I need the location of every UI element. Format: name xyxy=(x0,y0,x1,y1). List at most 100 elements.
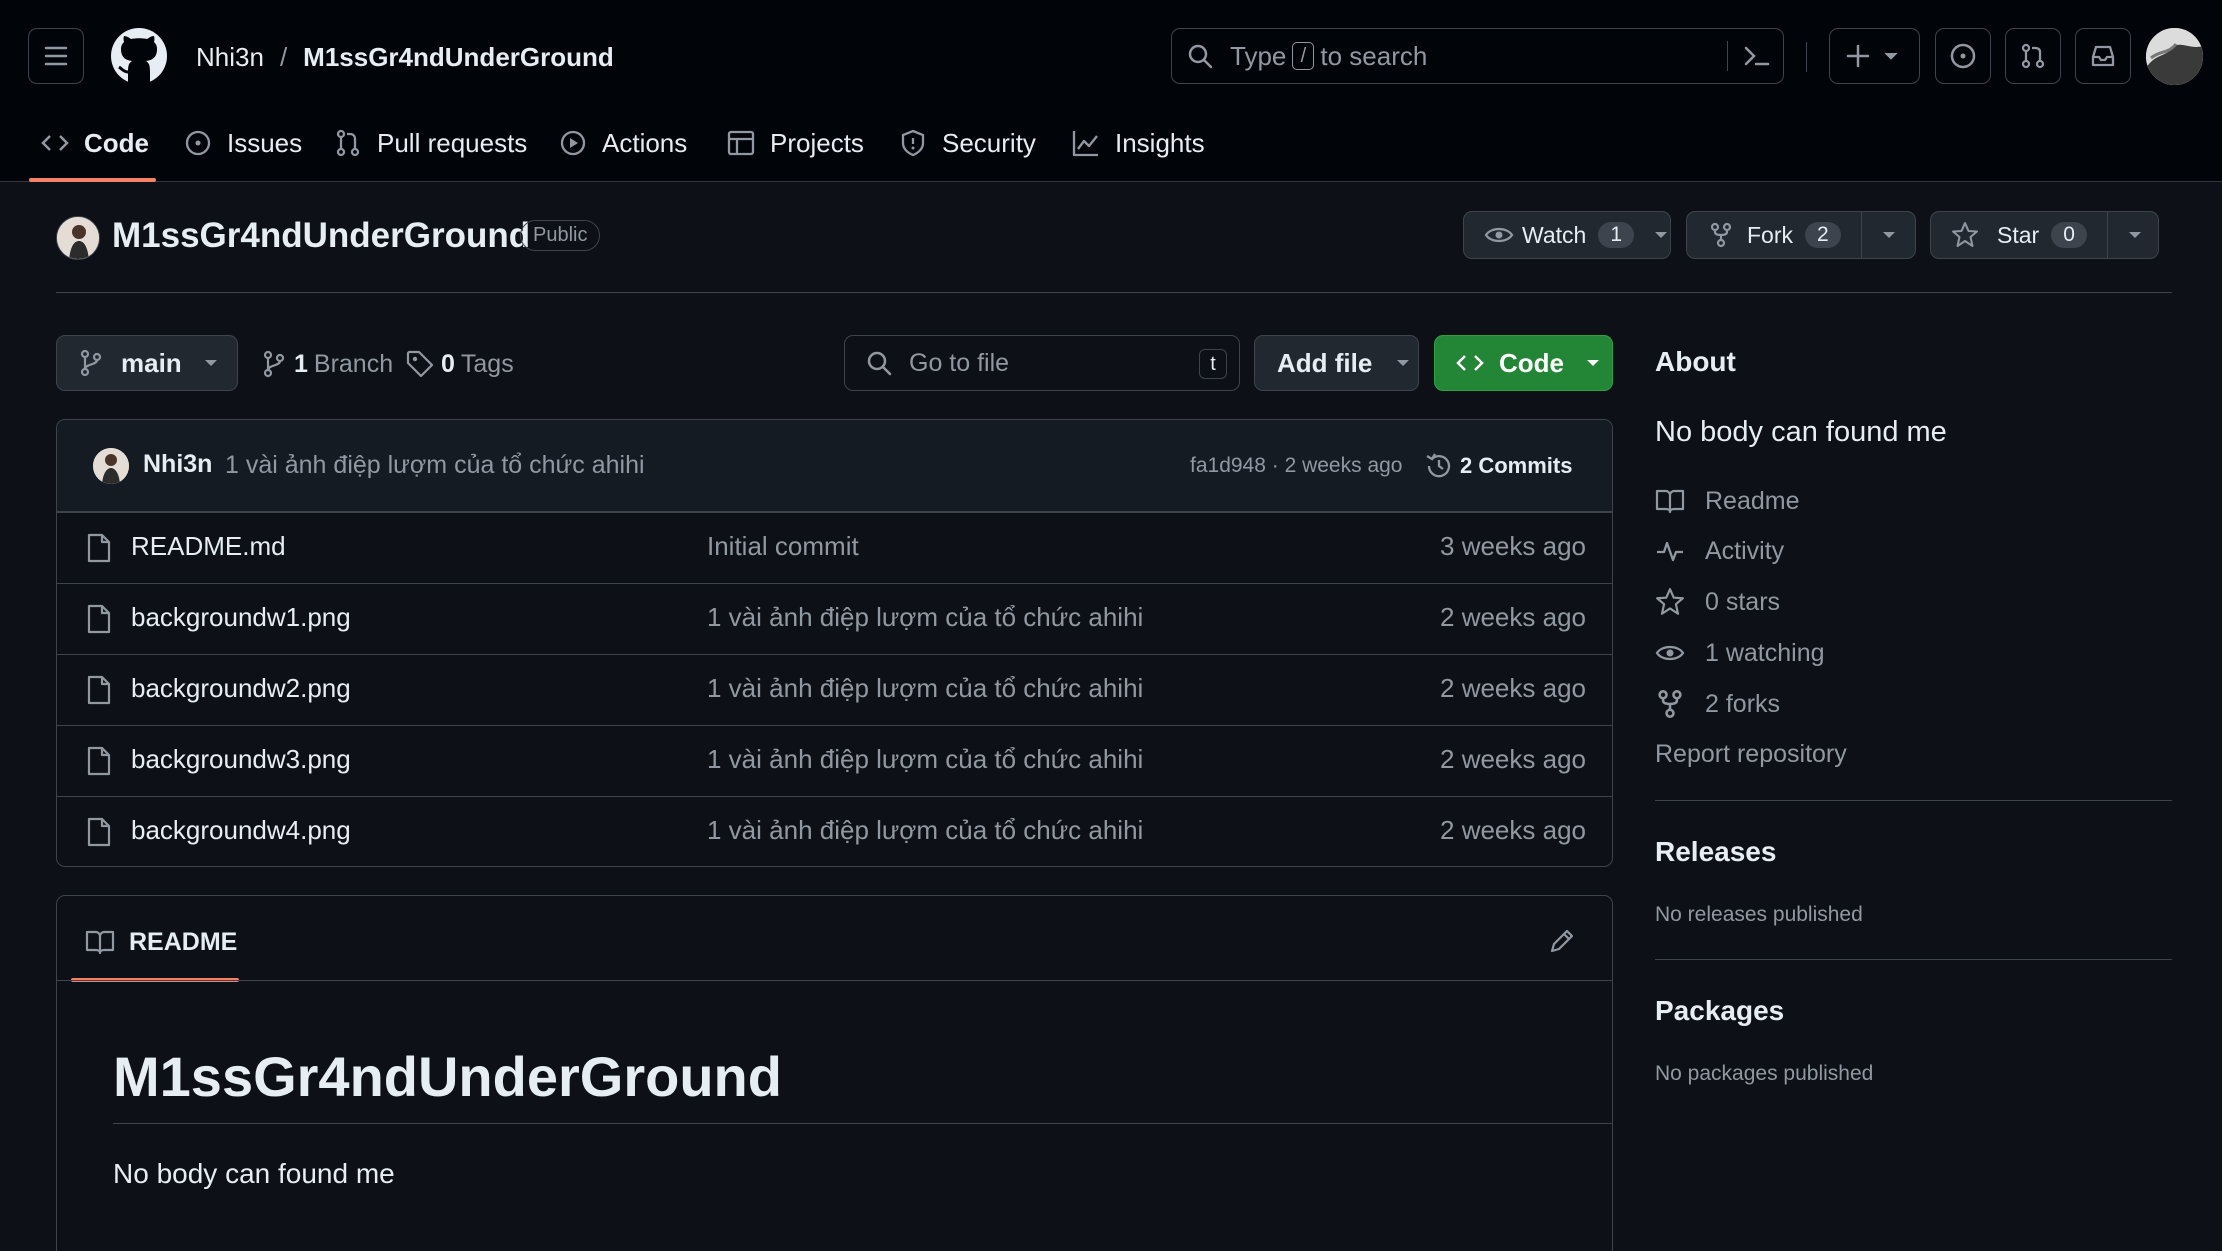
file-name[interactable]: README.md xyxy=(131,531,286,562)
create-new-button[interactable] xyxy=(1829,28,1920,84)
header-divider xyxy=(1806,42,1807,72)
file-row[interactable]: backgroundw4.png 1 vài ảnh điệp lượm của… xyxy=(57,796,1612,866)
file-date: 3 weeks ago xyxy=(1440,531,1586,561)
file-icon xyxy=(87,817,111,847)
commits-link[interactable]: 2 Commits xyxy=(1424,450,1572,482)
add-file-button[interactable]: Add file xyxy=(1254,335,1419,391)
tab-code-label: Code xyxy=(84,127,149,158)
inbox-button[interactable] xyxy=(2075,28,2131,84)
branches-link[interactable]: 1 Branch xyxy=(262,346,393,382)
graph-icon xyxy=(1072,131,1098,157)
about-link-watching[interactable]: 1 watching xyxy=(1655,635,1825,671)
tab-pull-requests[interactable]: Pull requests xyxy=(333,118,527,168)
eye-icon xyxy=(1655,645,1685,661)
file-name[interactable]: backgroundw1.png xyxy=(131,602,351,633)
go-to-file-placeholder: Go to file xyxy=(909,348,1010,377)
tab-projects[interactable]: Projects xyxy=(726,118,864,168)
file-commit-message[interactable]: 1 vài ảnh điệp lượm của tổ chức ahihi xyxy=(707,673,1143,704)
star-button[interactable]: Star 0 xyxy=(1930,211,2159,259)
go-to-file-shortcut: t xyxy=(1199,349,1227,379)
search-suffix: to search xyxy=(1320,40,1428,71)
watch-button[interactable]: Watch 1 xyxy=(1463,211,1671,259)
tab-code[interactable]: Code xyxy=(40,118,149,168)
file-name[interactable]: backgroundw4.png xyxy=(131,815,351,846)
chevron-down-icon[interactable] xyxy=(2128,230,2142,240)
about-link-readme[interactable]: Readme xyxy=(1655,483,1800,519)
menu-button[interactable] xyxy=(28,28,84,84)
search-shortcut-key: / xyxy=(1292,42,1315,70)
issues-button[interactable] xyxy=(1935,28,1991,84)
about-link-stars[interactable]: 0 stars xyxy=(1655,584,1780,620)
git-branch-icon xyxy=(263,350,285,378)
commit-author-avatar[interactable] xyxy=(93,448,129,484)
readme-body: No body can found me xyxy=(113,1158,395,1189)
commit-author[interactable]: Nhi3n xyxy=(143,450,212,479)
tab-projects-label: Projects xyxy=(770,127,864,158)
code-button-label: Code xyxy=(1499,347,1564,378)
plus-icon xyxy=(1846,44,1897,68)
breadcrumb-repo[interactable]: M1ssGr4ndUnderGround xyxy=(303,42,614,73)
breadcrumb: Nhi3n / M1ssGr4ndUnderGround xyxy=(196,40,614,74)
file-commit-message[interactable]: 1 vài ảnh điệp lượm của tổ chức ahihi xyxy=(707,744,1143,775)
command-palette-icon[interactable] xyxy=(1742,43,1772,69)
about-link-label: 1 watching xyxy=(1705,638,1825,667)
tab-issues[interactable]: Issues xyxy=(183,118,302,168)
pull-requests-button[interactable] xyxy=(2005,28,2061,84)
about-link-activity[interactable]: Activity xyxy=(1655,533,1784,569)
repo-owner-avatar[interactable] xyxy=(56,216,100,260)
branch-selector[interactable]: main xyxy=(56,335,238,391)
file-icon xyxy=(87,533,111,563)
about-link-forks[interactable]: 2 forks xyxy=(1655,686,1780,722)
file-row[interactable]: backgroundw1.png 1 vài ảnh điệp lượm của… xyxy=(57,583,1612,654)
star-icon xyxy=(1952,222,1978,247)
tab-insights[interactable]: Insights xyxy=(1071,118,1205,168)
releases-heading[interactable]: Releases xyxy=(1655,836,1776,868)
commits-count: 2 Commits xyxy=(1460,453,1573,478)
file-name[interactable]: backgroundw2.png xyxy=(131,673,351,704)
inbox-icon xyxy=(2091,45,2115,67)
issue-icon xyxy=(185,130,211,156)
user-avatar[interactable] xyxy=(2146,28,2203,85)
branches-label: Branch xyxy=(313,349,394,378)
tab-security-label: Security xyxy=(942,127,1036,158)
packages-heading[interactable]: Packages xyxy=(1655,995,1784,1027)
branch-name: main xyxy=(121,347,182,378)
tab-actions[interactable]: Actions xyxy=(558,118,687,168)
file-date: 2 weeks ago xyxy=(1440,602,1586,632)
about-heading: About xyxy=(1655,346,1736,377)
tab-insights-label: Insights xyxy=(1115,127,1205,158)
commit-meta[interactable]: fa1d948 · 2 weeks ago xyxy=(1190,454,1402,478)
file-name[interactable]: backgroundw3.png xyxy=(131,744,351,775)
tags-link[interactable]: 0 Tags xyxy=(405,346,514,382)
readme-tab-label: README xyxy=(129,927,238,956)
repo-title[interactable]: M1ssGr4ndUnderGround xyxy=(112,216,530,256)
star-divider xyxy=(2106,212,2108,258)
chevron-down-icon[interactable] xyxy=(1882,230,1896,240)
pull-request-icon xyxy=(2021,43,2045,69)
history-icon xyxy=(1426,453,1451,478)
file-commit-message[interactable]: Initial commit xyxy=(707,531,859,562)
file-commit-message[interactable]: 1 vài ảnh điệp lượm của tổ chức ahihi xyxy=(707,815,1143,846)
fork-button[interactable]: Fork 2 xyxy=(1686,211,1916,259)
report-repository-link[interactable]: Report repository xyxy=(1655,736,1847,772)
tab-security[interactable]: Security xyxy=(898,118,1036,168)
file-row[interactable]: backgroundw3.png 1 vài ảnh điệp lượm của… xyxy=(57,725,1612,796)
about-link-label: Readme xyxy=(1705,486,1800,515)
fork-count: 2 xyxy=(1805,222,1841,248)
readme-tab[interactable]: README xyxy=(85,924,237,960)
go-to-file-input[interactable]: Go to file t xyxy=(844,335,1240,391)
file-row[interactable]: README.md Initial commit 3 weeks ago xyxy=(57,512,1612,583)
commit-message[interactable]: 1 vài ảnh điệp lượm của tổ chức ahihi xyxy=(225,451,645,480)
about-description: No body can found me xyxy=(1655,416,1947,448)
file-row[interactable]: backgroundw2.png 1 vài ảnh điệp lượm của… xyxy=(57,654,1612,725)
breadcrumb-owner[interactable]: Nhi3n xyxy=(196,42,264,73)
github-logo-icon[interactable] xyxy=(110,27,168,85)
code-dropdown-button[interactable]: Code xyxy=(1434,335,1613,391)
packages-empty-text: No packages published xyxy=(1655,1062,1874,1085)
search-input[interactable]: Type / to search xyxy=(1171,28,1784,84)
pencil-icon[interactable] xyxy=(1547,926,1577,956)
fork-divider xyxy=(1860,212,1862,258)
file-commit-message[interactable]: 1 vài ảnh điệp lượm của tổ chức ahihi xyxy=(707,602,1143,633)
visibility-badge: Public xyxy=(520,220,601,251)
file-date: 2 weeks ago xyxy=(1440,815,1586,845)
